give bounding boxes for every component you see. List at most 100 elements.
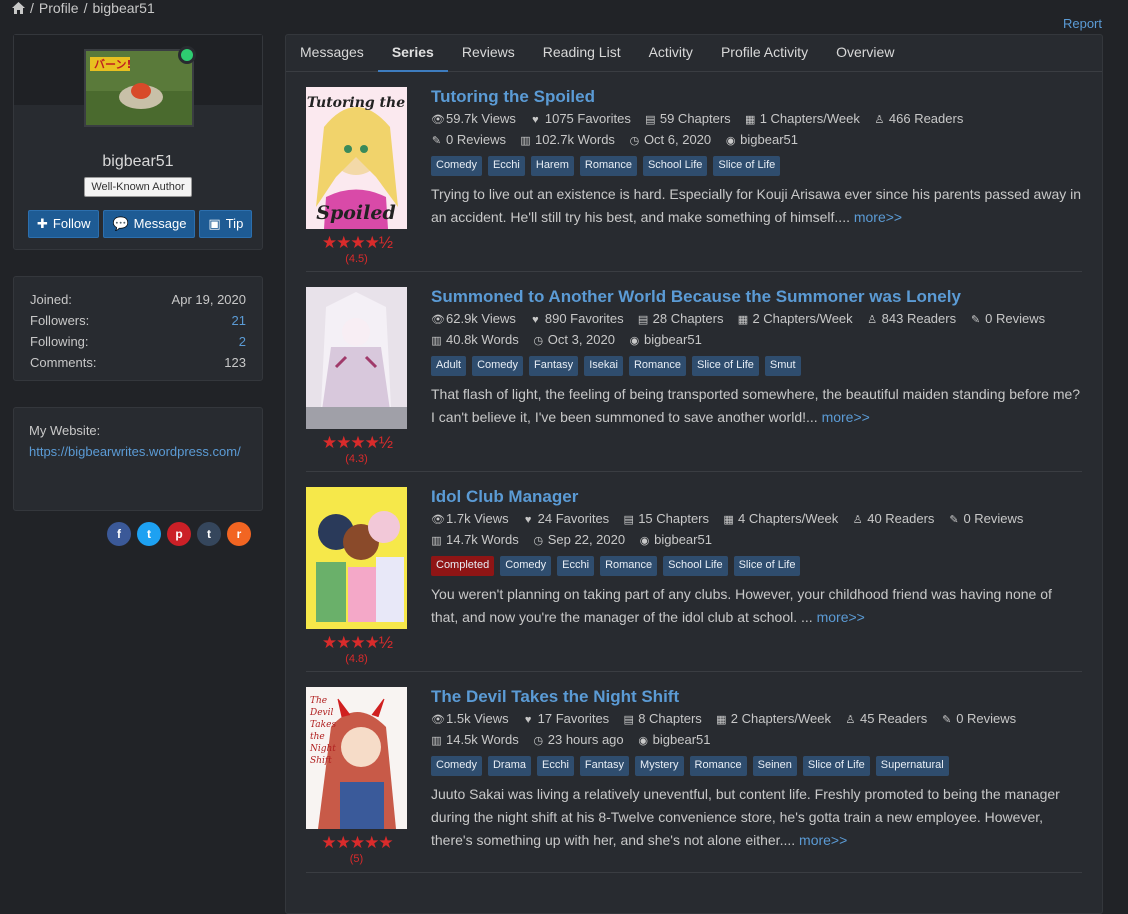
tag[interactable]: Comedy bbox=[500, 556, 552, 576]
twitter-icon[interactable]: t bbox=[137, 522, 161, 546]
tag[interactable]: Adult bbox=[431, 356, 467, 376]
tab-reviews[interactable]: Reviews bbox=[448, 35, 529, 71]
tumblr-icon[interactable]: t bbox=[197, 522, 221, 546]
words-icon: ▥ bbox=[520, 135, 531, 147]
tag[interactable]: Isekai bbox=[584, 356, 623, 376]
date-icon: ◷ bbox=[533, 535, 544, 547]
tag[interactable]: Romance bbox=[628, 356, 687, 376]
meta-readers-value: 466 Readers bbox=[888, 111, 964, 126]
frequency-icon: ▦ bbox=[737, 314, 749, 326]
series-title[interactable]: The Devil Takes the Night Shift bbox=[431, 687, 1082, 711]
svg-text:Spoiled: Spoiled bbox=[316, 202, 396, 224]
meta-date-value: Sep 22, 2020 bbox=[547, 532, 626, 547]
tag[interactable]: Romance bbox=[579, 156, 637, 176]
tag[interactable]: Harem bbox=[530, 156, 574, 176]
series-description: Juuto Sakai was living a relatively unev… bbox=[431, 786, 1060, 848]
report-link[interactable]: Report bbox=[1063, 16, 1102, 31]
more-link[interactable]: more>> bbox=[817, 609, 865, 625]
tag[interactable]: Romance bbox=[689, 756, 747, 776]
meta-author[interactable]: ◉ bigbear51 bbox=[639, 532, 712, 553]
tag[interactable]: Slice of Life bbox=[713, 156, 781, 176]
series-title[interactable]: Tutoring the Spoiled bbox=[431, 87, 1082, 111]
follow-button[interactable]: ✚ Follow bbox=[28, 210, 100, 238]
tag[interactable]: Slice of Life bbox=[802, 756, 870, 776]
meta-author[interactable]: ◉ bigbear51 bbox=[725, 132, 798, 153]
tab-reading-list[interactable]: Reading List bbox=[529, 35, 635, 71]
meta-views: 👁1.5k Views bbox=[431, 711, 509, 732]
stat-value: 123 bbox=[224, 355, 246, 370]
tag[interactable]: Ecchi bbox=[557, 556, 595, 576]
breadcrumb-username[interactable]: bigbear51 bbox=[92, 0, 154, 16]
facebook-icon[interactable]: f bbox=[107, 522, 131, 546]
tag[interactable]: Ecchi bbox=[487, 156, 525, 176]
tag[interactable]: Comedy bbox=[472, 356, 524, 376]
tag[interactable]: Seinen bbox=[752, 756, 797, 776]
following-link[interactable]: 2 bbox=[239, 331, 246, 352]
meta-chapters: ▤ 15 Chapters bbox=[623, 511, 709, 532]
rss-icon[interactable]: r bbox=[227, 522, 251, 546]
tag[interactable]: Fantasy bbox=[579, 756, 630, 776]
stat-joined: Joined: Apr 19, 2020 bbox=[30, 289, 246, 310]
tab-messages[interactable]: Messages bbox=[286, 35, 378, 71]
tab-activity[interactable]: Activity bbox=[635, 35, 707, 71]
tab-series[interactable]: Series bbox=[377, 35, 448, 72]
meta-frequency: ▦ 4 Chapters/Week bbox=[723, 511, 838, 532]
profile-username: bigbear51 bbox=[102, 153, 174, 170]
more-link[interactable]: more>> bbox=[822, 409, 870, 425]
tab-profile-activity[interactable]: Profile Activity bbox=[707, 35, 822, 71]
tag[interactable]: Ecchi bbox=[536, 756, 574, 776]
series-info: The Devil Takes the Night Shift 👁1.5k Vie… bbox=[431, 687, 1082, 852]
series-meta-row: 👁1.5k Views ♥ 17 Favorites ▤ 8 Chapters ▦ 2 Ch… bbox=[431, 711, 1082, 732]
website-link[interactable]: https://bigbearwrites.wordpress.com/ bbox=[29, 441, 247, 462]
series-cover[interactable]: The Devil Takes the Night Shift bbox=[306, 687, 407, 829]
series-cover[interactable] bbox=[306, 487, 407, 629]
tag[interactable]: Romance bbox=[600, 556, 658, 576]
svg-text:the: the bbox=[310, 732, 325, 742]
meta-author-value: bigbear51 bbox=[654, 532, 712, 547]
tag[interactable]: School Life bbox=[663, 556, 728, 576]
meta-words-value: 14.7k Words bbox=[446, 532, 519, 547]
avatar[interactable]: バーン! bbox=[84, 49, 194, 127]
message-button[interactable]: 💬 Message bbox=[103, 210, 196, 238]
meta-favorites-value: 24 Favorites bbox=[537, 511, 610, 526]
meta-date: ◷ Sep 22, 2020 bbox=[533, 532, 625, 553]
tag[interactable]: Slice of Life bbox=[733, 556, 801, 576]
pinterest-icon[interactable]: p bbox=[167, 522, 191, 546]
series-cover[interactable]: Tutoring the Spoiled bbox=[306, 87, 407, 229]
stats-card: Joined: Apr 19, 2020 Followers: 21 Followi… bbox=[13, 276, 263, 381]
svg-text:Takes: Takes bbox=[310, 720, 336, 730]
home-icon[interactable] bbox=[12, 2, 25, 14]
meta-words-value: 102.7k Words bbox=[534, 132, 615, 147]
series-cover[interactable] bbox=[306, 287, 407, 429]
author-icon: ◉ bbox=[725, 135, 736, 147]
meta-author[interactable]: ◉ bigbear51 bbox=[638, 732, 710, 753]
tag[interactable]: Comedy bbox=[431, 156, 482, 176]
more-link[interactable]: more>> bbox=[799, 832, 847, 848]
follow-label: Follow bbox=[52, 216, 91, 231]
readers-icon: ♙ bbox=[874, 114, 885, 126]
more-link[interactable]: more>> bbox=[854, 209, 902, 225]
meta-readers-value: 40 Readers bbox=[867, 511, 935, 526]
tip-button[interactable]: ▣ Tip bbox=[199, 210, 253, 238]
tag[interactable]: Comedy bbox=[431, 756, 482, 776]
rating-stars: ★★★★½ bbox=[321, 233, 393, 252]
tag[interactable]: Supernatural bbox=[875, 756, 949, 776]
tag-list: Comedy Ecchi Harem Romance School Life Slice … bbox=[431, 156, 1082, 178]
meta-author[interactable]: ◉ bigbear51 bbox=[629, 332, 702, 353]
tag[interactable]: Drama bbox=[487, 756, 531, 776]
series-entry: ★★★★½ (4.3) Summoned to Another World Beca… bbox=[306, 287, 1082, 472]
tag[interactable]: Mystery bbox=[635, 756, 684, 776]
rating-value: (4.8) bbox=[345, 653, 368, 665]
meta-frequency: ▦ 2 Chapters/Week bbox=[716, 711, 831, 732]
series-title[interactable]: Idol Club Manager bbox=[431, 487, 1082, 511]
breadcrumb-profile[interactable]: Profile bbox=[39, 0, 79, 16]
series-meta-row: 👁1.7k Views ♥ 24 Favorites ▤ 15 Chapters ▦ 4 C… bbox=[431, 511, 1082, 532]
series-title[interactable]: Summoned to Another World Because the Su… bbox=[431, 287, 1082, 311]
tag[interactable]: Fantasy bbox=[529, 356, 579, 376]
tag[interactable]: Slice of Life bbox=[692, 356, 759, 376]
tag[interactable]: Smut bbox=[764, 356, 801, 376]
followers-link[interactable]: 21 bbox=[232, 310, 246, 331]
tab-overview[interactable]: Overview bbox=[822, 35, 908, 71]
svg-text:Night: Night bbox=[309, 744, 336, 754]
tag[interactable]: School Life bbox=[642, 156, 708, 176]
